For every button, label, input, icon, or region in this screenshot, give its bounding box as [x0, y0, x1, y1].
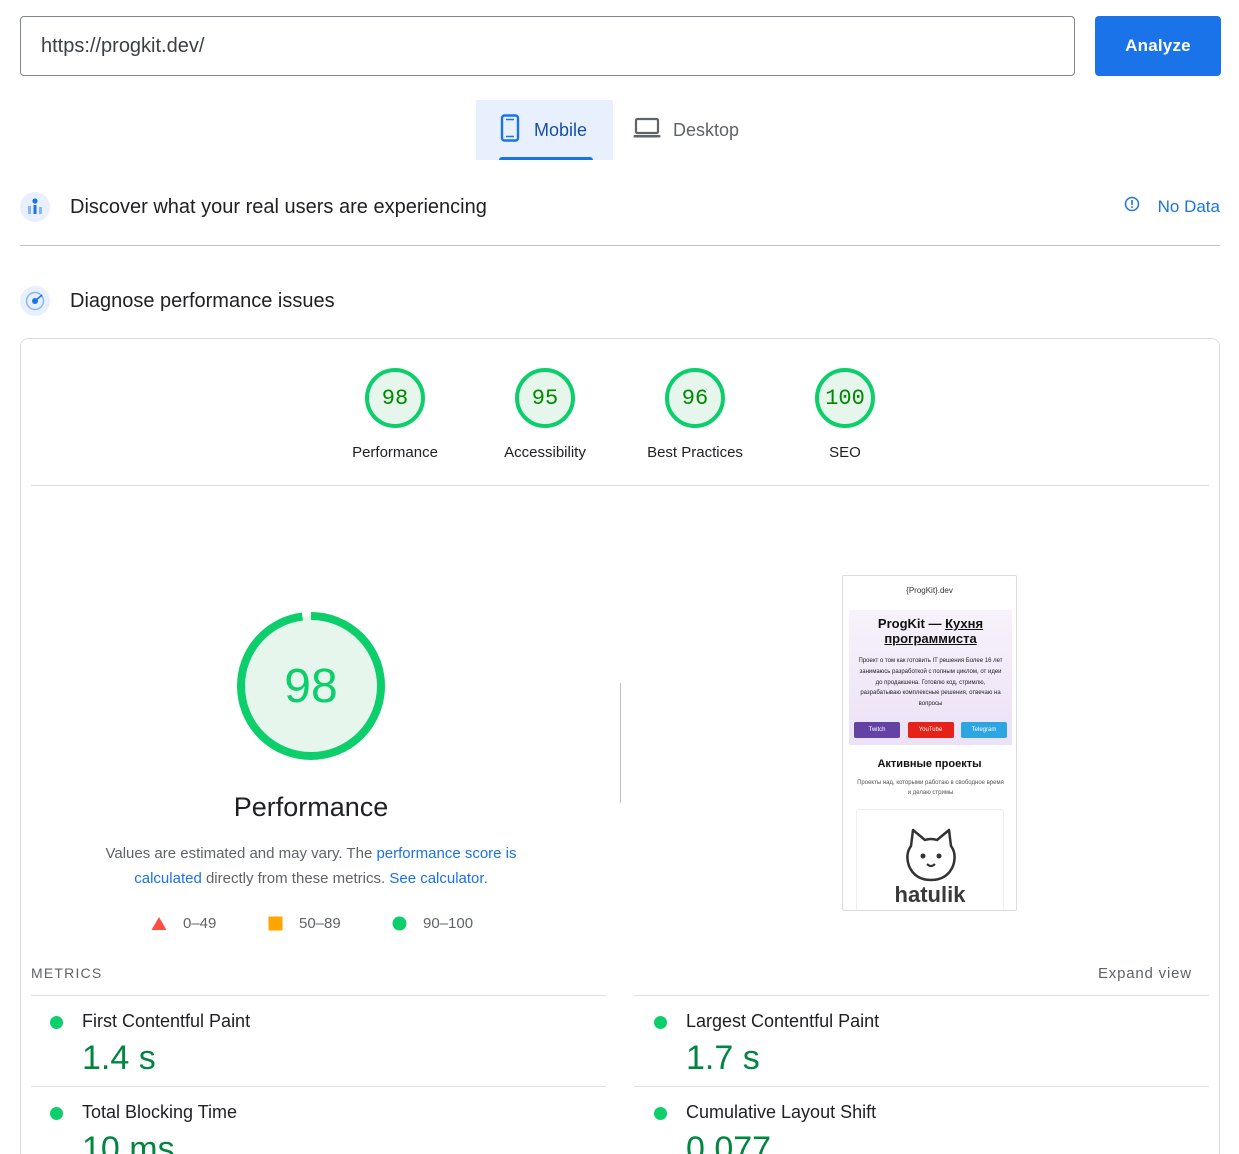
diagnose-section-header: Diagnose performance issues: [20, 286, 335, 316]
pass-dot-icon: [654, 1016, 667, 1029]
section-divider: [20, 245, 1220, 246]
site-hero: ProgKit — Кухня программиста Проект о то…: [849, 610, 1012, 745]
gauge-ring: 95: [515, 368, 575, 428]
site-active-title: Активные проекты: [877, 758, 982, 770]
gauge-best-practices[interactable]: 96 Best Practices: [635, 368, 755, 461]
site-social-buttons: Twitch YouTube Telegram: [854, 722, 1007, 738]
smartphone-icon: [500, 113, 520, 147]
gauge-score: 100: [825, 385, 865, 411]
gauge-label: Performance: [352, 444, 438, 461]
square-icon: [268, 916, 283, 931]
metrics-heading: METRICS: [31, 965, 103, 981]
tab-desktop-label: Desktop: [673, 119, 740, 140]
metrics-divider: [31, 1086, 606, 1087]
final-screenshot[interactable]: {ProgKit}.dev ProgKit — Кухня программис…: [842, 575, 1017, 911]
vertical-divider: [620, 683, 621, 803]
tab-active-indicator: [499, 157, 593, 160]
performance-score: 98: [284, 659, 338, 713]
metrics-divider: [634, 995, 1209, 996]
legend-pass: 90–100: [392, 915, 473, 932]
metric-name: Cumulative Layout Shift: [686, 1102, 877, 1122]
site-youtube-button: YouTube: [907, 722, 954, 738]
metrics-divider: [31, 995, 606, 996]
crux-section-header: Discover what your real users are experi…: [20, 192, 487, 222]
gauge-ring: 98: [365, 368, 425, 428]
gauge-ring: 96: [665, 368, 725, 428]
metric-value: 1.7 s: [686, 1039, 760, 1077]
legend-average-label: 50–89: [299, 915, 341, 932]
laptop-icon: [633, 117, 661, 144]
no-data-label: No Data: [1157, 196, 1220, 216]
site-project-name: hatulik: [894, 882, 966, 907]
pass-dot-icon: [654, 1107, 667, 1120]
site-telegram-button: Telegram: [961, 722, 1007, 738]
pass-dot-icon: [50, 1107, 63, 1120]
metric-name: Largest Contentful Paint: [686, 1011, 880, 1031]
metric-value: 0.077: [686, 1130, 772, 1154]
hero-title-text: ProgKit —: [877, 616, 946, 631]
metric-name: First Contentful Paint: [82, 1011, 251, 1031]
analyze-button[interactable]: Analyze: [1095, 16, 1221, 76]
legend-fail: 0–49: [151, 915, 216, 932]
pass-dot-icon: [50, 1016, 63, 1029]
metric-name: Total Blocking Time: [82, 1102, 238, 1122]
circle-icon: [392, 916, 407, 931]
site-hero-text: Проект о том как готовить IT решения Бол…: [858, 658, 1003, 708]
lighthouse-icon: [20, 286, 50, 316]
gauge-label: Best Practices: [647, 444, 743, 461]
performance-description: Values are estimated and may vary. The p…: [80, 841, 542, 891]
site-project-card: hatulik: [856, 809, 1004, 910]
desc-text: directly from these metrics.: [201, 870, 390, 887]
tab-mobile-label: Mobile: [534, 119, 588, 140]
card-divider: [31, 485, 1209, 486]
site-active-subtitle: Проекты над, которыми работаю в свободно…: [857, 780, 1004, 796]
site-twitch-button: Twitch: [854, 722, 900, 738]
tab-mobile[interactable]: Mobile: [476, 100, 613, 160]
crux-users-icon: [20, 192, 50, 222]
legend-pass-label: 90–100: [423, 915, 474, 932]
gauge-score: 95: [531, 385, 559, 411]
metric-value: 10 ms: [82, 1130, 175, 1154]
expand-view-button[interactable]: Expand view: [1098, 965, 1192, 982]
gauge-score: 96: [681, 385, 709, 411]
gauge-label: Accessibility: [504, 444, 586, 461]
see-calculator-link[interactable]: See calculator.: [389, 870, 487, 887]
metrics-divider: [634, 1086, 1209, 1087]
gauge-performance[interactable]: 98 Performance: [335, 368, 455, 461]
performance-title: Performance: [233, 792, 389, 822]
info-icon: [1124, 196, 1140, 217]
site-hero-title: ProgKit — Кухня программиста: [849, 616, 1012, 646]
triangle-icon: [151, 917, 167, 930]
gauge-accessibility[interactable]: 95 Accessibility: [485, 368, 605, 461]
site-brand: {ProgKit}.dev: [906, 586, 953, 595]
diagnose-title: Diagnose performance issues: [70, 289, 335, 312]
cat-logo-icon: [906, 828, 956, 882]
legend-average: 50–89: [268, 915, 341, 932]
gauge-ring: 100: [815, 368, 875, 428]
gauge-label: SEO: [829, 444, 861, 461]
crux-title: Discover what your real users are experi…: [70, 195, 487, 218]
no-data-link[interactable]: No Data: [1124, 196, 1220, 217]
gauge-seo[interactable]: 100 SEO: [785, 368, 905, 461]
url-input[interactable]: [20, 16, 1075, 76]
tab-desktop[interactable]: Desktop: [633, 100, 763, 160]
metric-value: 1.4 s: [82, 1039, 156, 1077]
gauge-score: 98: [381, 385, 409, 411]
legend-fail-label: 0–49: [183, 915, 217, 932]
desc-text: Values are estimated and may vary. The: [105, 845, 377, 862]
